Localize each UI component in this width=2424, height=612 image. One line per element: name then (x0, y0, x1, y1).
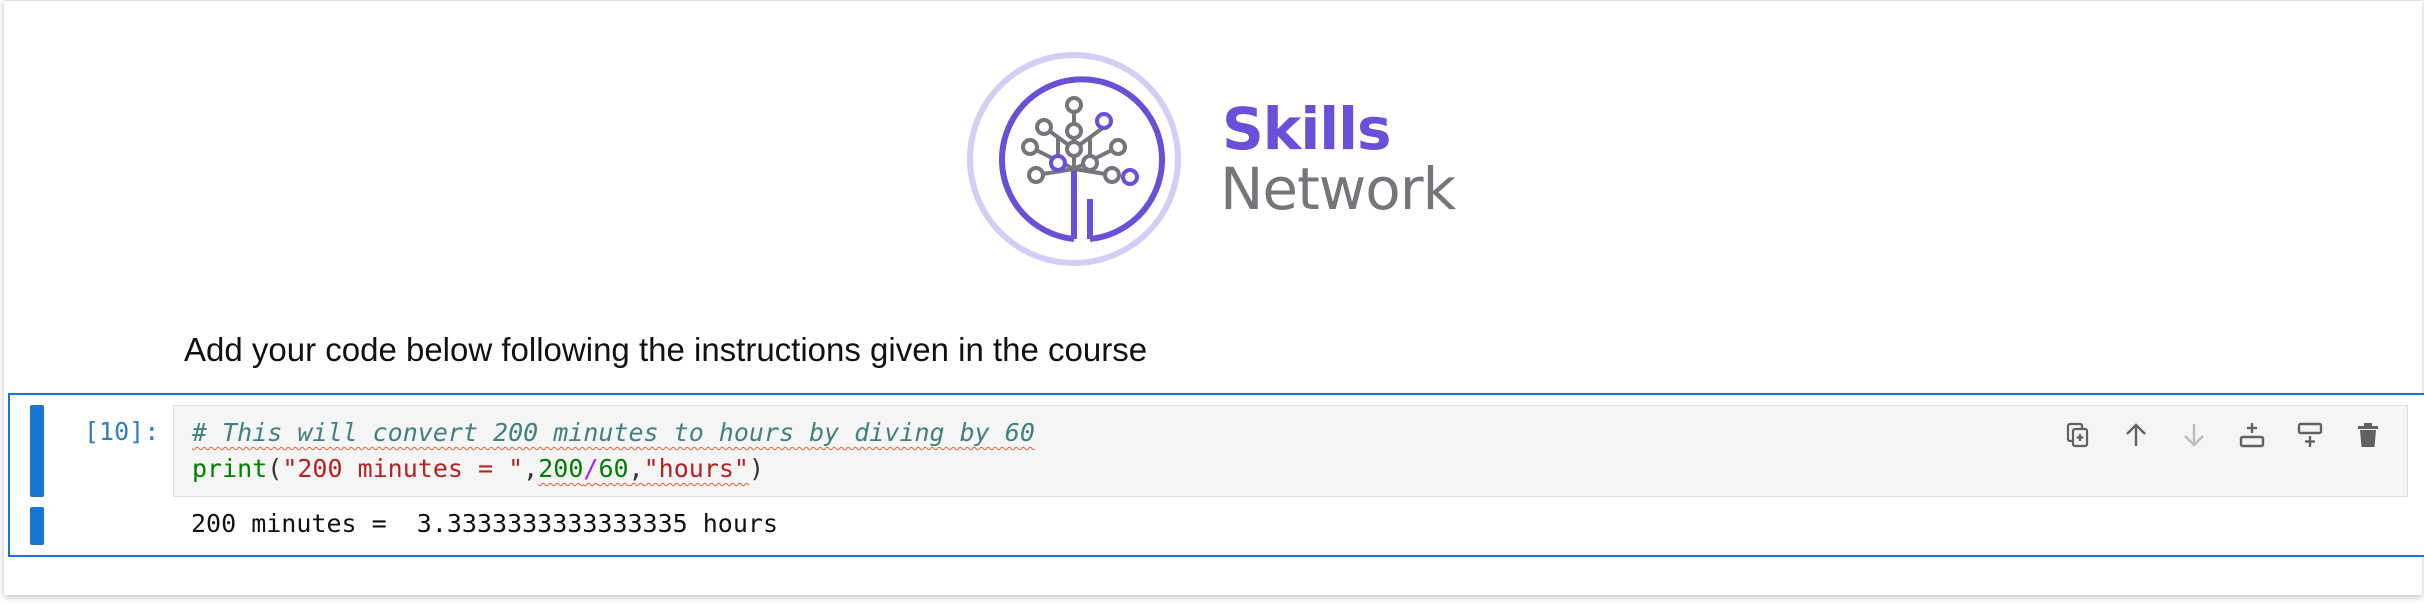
code-number-60: 60 (598, 454, 629, 483)
code-editor[interactable]: # This will convert 200 minutes to hours… (173, 405, 2408, 497)
code-close-paren: ) (748, 454, 765, 483)
page: Skills Network Add your code below follo… (0, 0, 2424, 612)
insert-cell-below-button[interactable] (2295, 420, 2325, 450)
insert-above-icon (2239, 423, 2265, 448)
trash-icon (2358, 423, 2378, 447)
skills-network-banner: Skills Network (964, 49, 1484, 279)
move-cell-up-button[interactable] (2121, 420, 2151, 450)
copy-icon (2066, 422, 2089, 448)
markdown-instructions: Add your code below following the instru… (184, 331, 1148, 368)
arrow-down-icon (2184, 424, 2204, 447)
brand-word-network: Network (1220, 155, 1456, 223)
move-cell-down-button[interactable] (2179, 420, 2209, 450)
code-string-hours: "hours" (643, 454, 749, 483)
input-collapser[interactable] (30, 405, 44, 497)
duplicate-cell-button[interactable] (2063, 420, 2093, 450)
cell-output: 200 minutes = 3.3333333333333335 hours (191, 509, 778, 538)
output-collapser[interactable] (30, 507, 44, 545)
code-line-1: # This will convert 200 minutes to hours… (192, 418, 1035, 447)
code-open-paren: ( (267, 454, 283, 483)
skills-network-tree-logo-icon (967, 52, 1181, 266)
code-number-200: 200 (538, 454, 584, 483)
notebook-panel: Skills Network Add your code below follo… (4, 0, 2424, 595)
code-comment: # This will convert 200 minutes to hours… (192, 418, 1035, 447)
code-builtin: print (192, 454, 268, 483)
code-line-2: print("200 minutes = ",200/60,"hours") (192, 454, 764, 483)
insert-cell-above-button[interactable] (2237, 420, 2267, 450)
delete-cell-button[interactable] (2353, 420, 2383, 450)
code-comma: , (628, 454, 644, 483)
code-cell[interactable]: [10]: # This will convert 200 minutes to… (8, 393, 2424, 557)
brand-word-skills: Skills (1222, 95, 1392, 163)
code-string-minutes: "200 minutes = " (282, 454, 524, 483)
arrow-up-icon (2126, 423, 2146, 446)
insert-below-icon (2297, 422, 2323, 447)
execution-prompt: [10]: (84, 417, 160, 446)
cell-toolbar (2063, 420, 2383, 450)
code-operator-divide: / (583, 454, 599, 483)
code-comma: , (523, 454, 539, 483)
